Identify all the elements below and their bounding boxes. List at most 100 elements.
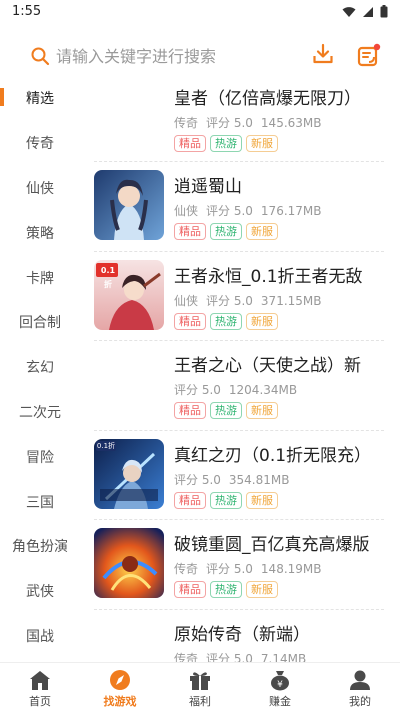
game-size: 1204.34MB [228,383,298,398]
game-tags: 精品 热游 新服 [174,135,384,152]
discount-badge: 0.1折 [100,265,116,289]
game-thumbnail-image [94,528,164,599]
home-icon [30,671,50,690]
category-item-strategy[interactable]: 策略 [0,210,80,255]
category-label: 策略 [26,225,54,242]
category-item-adventure[interactable]: 冒险 [0,434,80,479]
active-indicator [0,88,4,106]
game-list-item[interactable]: 逍遥蜀山 仙侠 评分 5.0 176.17MB 精品 热游 新服 [94,162,384,252]
category-item-rpg[interactable]: 角色扮演 [0,524,80,569]
category-item-featured[interactable]: 精选 [0,76,80,121]
game-rating: 评分 5.0 [206,293,253,308]
game-rating: 评分 5.0 [206,116,253,130]
tag-new-server: 新服 [246,223,278,240]
game-title: 皇者（亿倍高爆无限刀） [174,89,361,108]
category-item-anime[interactable]: 二次元 [0,390,80,435]
tag-hot: 热游 [210,491,242,509]
tag-hot: 热游 [210,312,242,330]
money-bag-icon: ¥ [271,671,289,691]
game-info: 王者永恒_0.1折王者无敌 仙侠 评分 5.0 371.15MB 精品 热游 新服 [174,262,384,330]
game-list-item[interactable]: 王者之心（天使之战）新 评分 5.0 1204.34MB 精品 热游 新服 [94,341,384,431]
category-item-wuxia[interactable]: 武侠 [0,569,80,614]
category-label: 二次元 [19,404,61,421]
category-label: 角色扮演 [12,539,68,556]
game-meta: 传奇 评分 5.0 145.63MB [174,114,384,131]
category-item-three-kingdoms[interactable]: 三国 [0,479,80,524]
search-icon[interactable] [30,46,50,66]
search-input[interactable] [56,44,276,68]
game-info: 真红之刃（0.1折无限充） 评分 5.0 354.81MB 精品 热游 新服 [174,441,384,509]
category-label: 冒险 [26,449,54,466]
tag-new-server: 新服 [246,135,278,152]
category-label: 仙侠 [26,180,54,197]
game-size: 145.63MB [260,116,322,130]
signal-icon [363,6,373,17]
game-list-item[interactable]: 0.1折 真红之刃（0.1折无限充） 评分 5.0 354.81MB 精品 热游 … [94,431,384,521]
category-label: 精选 [26,91,54,108]
tag-hot: 热游 [210,223,242,240]
message-icon[interactable] [356,42,382,68]
category-item-nation-war[interactable]: 国战 [0,614,80,659]
search-bar [0,36,400,76]
tag-hot: 热游 [210,581,242,599]
download-icon[interactable] [311,42,335,66]
category-item-cards[interactable]: 卡牌 [0,255,80,300]
game-genre: 仙侠 [174,293,199,308]
game-genre: 仙侠 [174,204,199,218]
tag-premium: 精品 [174,491,206,509]
game-size: 148.19MB [260,562,322,577]
tag-new-server: 新服 [246,581,278,599]
game-rating: 评分 5.0 [174,472,221,487]
category-item-xianxia[interactable]: 仙侠 [0,166,80,211]
category-label: 武侠 [26,584,54,601]
game-title: 原始传奇（新端） [174,624,310,644]
category-item-turn-based[interactable]: 回合制 [0,300,80,345]
status-bar: 1:55 [0,0,400,24]
category-label: 回合制 [19,315,61,332]
game-rating: 评分 5.0 [206,562,253,577]
category-label: 卡牌 [26,270,54,287]
game-tags: 精品 热游 新服 [174,312,384,330]
category-item-fantasy[interactable]: 玄幻 [0,345,80,390]
compass-icon [110,670,130,690]
game-size: 176.17MB [260,204,322,218]
game-meta: 传奇 评分 5.0 148.19MB [174,560,384,577]
nav-profile[interactable]: 我的 [320,663,400,712]
tag-new-server: 新服 [246,491,278,509]
nav-label: 赚金 [269,695,291,708]
category-label: 国战 [26,628,54,645]
game-size: 354.81MB [228,472,290,487]
game-info: 逍遥蜀山 仙侠 评分 5.0 176.17MB 精品 热游 新服 [174,172,384,240]
game-info: 破镜重圆_百亿真充高爆版 传奇 评分 5.0 148.19MB 精品 热游 新服 [174,530,384,599]
game-genre: 传奇 [174,116,199,130]
category-item-legend[interactable]: 传奇 [0,121,80,166]
tag-hot: 热游 [210,135,242,152]
game-meta: 仙侠 评分 5.0 176.17MB [174,202,384,219]
game-list-item[interactable]: 皇者（亿倍高爆无限刀） 传奇 评分 5.0 145.63MB 精品 热游 新服 [94,76,384,162]
game-info: 原始传奇（新端） 传奇 评分 5.0 7.14MB [174,620,384,667]
nav-welfare[interactable]: 福利 [160,663,240,712]
tag-new-server: 新服 [246,312,278,330]
game-meta: 评分 5.0 1204.34MB [174,381,384,398]
game-list-item[interactable]: 0.1折 王者永恒_0.1折王者无敌 仙侠 评分 5.0 371.15MB 精品 热… [94,252,384,342]
game-rating: 评分 5.0 [206,204,253,218]
battery-icon [380,5,388,18]
game-tags: 精品 热游 新服 [174,402,384,420]
nav-label: 福利 [189,695,211,708]
category-sidebar: 精选 传奇 仙侠 策略 卡牌 回合制 玄幻 二次元 冒险 三国 角色扮演 武侠 … [0,76,80,658]
nav-home[interactable]: 首页 [0,663,80,712]
status-icons [342,5,388,18]
game-title: 逍遥蜀山 [174,177,242,196]
nav-earn[interactable]: ¥ 赚金 [240,663,320,712]
category-label: 三国 [26,494,54,511]
category-label: 传奇 [26,136,54,153]
game-title: 真红之刃（0.1折无限充） [174,445,372,465]
nav-find-games[interactable]: 找游戏 [80,663,160,712]
game-rating: 评分 5.0 [174,383,221,398]
wifi-icon [342,6,356,17]
game-meta: 评分 5.0 354.81MB [174,471,384,488]
game-list-item[interactable]: 破镜重圆_百亿真充高爆版 传奇 评分 5.0 148.19MB 精品 热游 新服 [94,520,384,610]
tag-premium: 精品 [174,312,206,330]
game-tags: 精品 热游 新服 [174,491,384,509]
category-label: 玄幻 [26,360,54,377]
